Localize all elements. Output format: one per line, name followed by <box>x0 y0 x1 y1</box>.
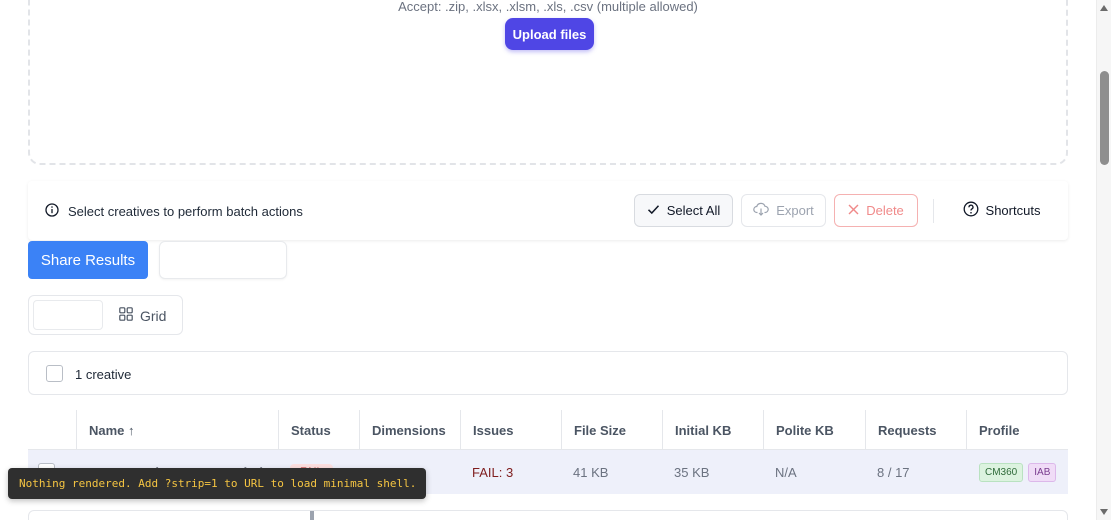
accept-text: Accept: .zip, .xlsx, .xlsm, .xls, .csv (… <box>398 0 698 14</box>
delete-label: Delete <box>866 203 904 218</box>
select-all-checkbox[interactable] <box>46 365 63 382</box>
toolbar-divider <box>933 199 934 223</box>
row-file-size: 41 KB <box>573 464 609 480</box>
column-header-dimensions[interactable]: Dimensions <box>359 410 460 450</box>
shortcuts-button[interactable]: Shortcuts <box>954 194 1049 227</box>
upload-dropzone[interactable]: Accept: .zip, .xlsx, .xlsm, .xls, .csv (… <box>28 0 1068 165</box>
info-icon <box>45 203 59 220</box>
profile-tag-cm360: CM360 <box>979 462 1024 482</box>
creatives-count: 1 creative <box>75 367 132 382</box>
column-header-status[interactable]: Status <box>278 410 359 450</box>
batch-info: Select creatives to perform batch action… <box>45 203 303 220</box>
creatives-count-bar: 1 creative <box>28 351 1068 395</box>
view-option-grid[interactable]: Grid <box>119 307 166 324</box>
batch-info-text: Select creatives to perform batch action… <box>68 204 303 219</box>
close-icon <box>848 203 859 218</box>
profile-tag-iab: IAB <box>1028 462 1057 482</box>
select-all-label: Select All <box>666 203 721 218</box>
column-header-file-size[interactable]: File Size <box>561 410 662 450</box>
help-circle-icon <box>963 201 979 220</box>
batch-actions-bar: Select creatives to perform batch action… <box>28 181 1068 240</box>
column-header-issues[interactable]: Issues <box>460 410 561 450</box>
column-header-name[interactable]: Name ↑ <box>76 410 278 450</box>
check-icon <box>647 203 660 218</box>
row-issues[interactable]: FAIL: 3 <box>460 450 561 494</box>
next-section-card <box>28 510 1068 520</box>
page: Accept: .zip, .xlsx, .xlsm, .xls, .csv (… <box>0 0 1111 520</box>
page-scrollbar[interactable] <box>1096 0 1111 520</box>
column-header-initial-kb[interactable]: Initial KB <box>662 410 763 450</box>
grid-icon <box>119 307 133 324</box>
column-header-requests[interactable]: Requests <box>865 410 966 450</box>
row-profile: CM360 IAB <box>966 450 1068 494</box>
row-polite-kb: N/A <box>775 464 797 480</box>
grid-label: Grid <box>140 307 167 324</box>
share-results-button[interactable]: Share Results <box>28 241 148 279</box>
row-requests: 8 / 17 <box>877 464 910 480</box>
select-all-button[interactable]: Select All <box>634 194 733 227</box>
row-initial-kb: 35 KB <box>674 464 710 480</box>
view-toggle: Grid <box>28 295 183 335</box>
share-secondary-button[interactable] <box>159 241 287 279</box>
upload-files-button[interactable]: Upload files <box>505 18 594 50</box>
delete-button[interactable]: Delete <box>834 194 918 227</box>
export-button[interactable]: Export <box>741 194 826 227</box>
scroll-up-arrow-icon[interactable] <box>1100 5 1108 11</box>
shortcuts-label: Shortcuts <box>985 203 1041 218</box>
scroll-down-arrow-icon[interactable] <box>1100 509 1108 515</box>
table-header: Name ↑ Status Dimensions Issues File Siz… <box>28 410 1068 450</box>
cloud-download-icon <box>753 202 769 219</box>
view-option-list[interactable] <box>33 300 103 330</box>
export-label: Export <box>776 203 814 218</box>
scroll-thumb[interactable] <box>1100 71 1109 165</box>
column-header-polite-kb[interactable]: Polite KB <box>763 410 865 450</box>
debug-toast: Nothing rendered. Add ?strip=1 to URL to… <box>8 468 426 499</box>
column-header-profile[interactable]: Profile <box>966 410 1068 450</box>
resize-handle[interactable] <box>310 511 314 520</box>
